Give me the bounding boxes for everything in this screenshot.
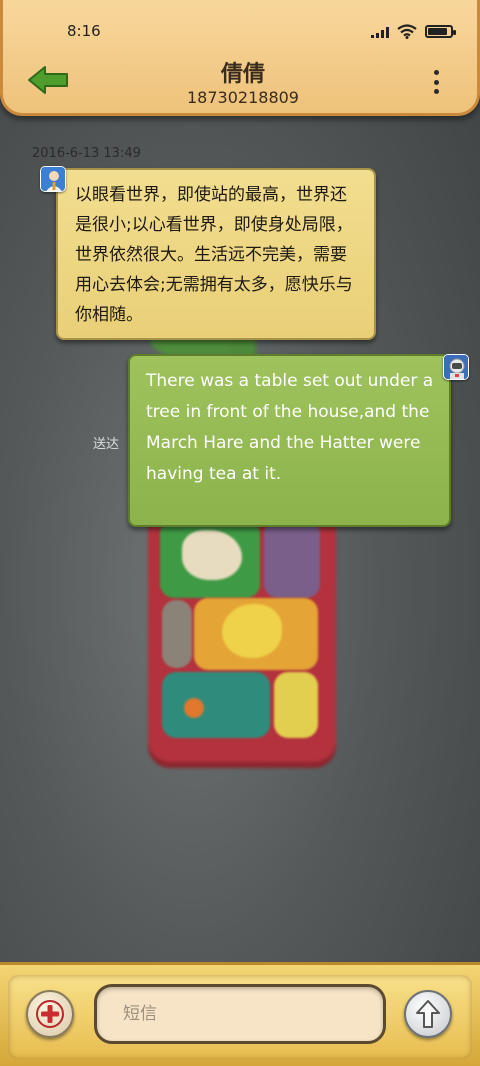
more-vertical-icon xyxy=(433,70,439,75)
my-avatar[interactable] xyxy=(443,354,469,380)
message-timestamp: 2016-6-13 13:49 xyxy=(32,146,141,161)
background-tile xyxy=(264,520,320,598)
message-input[interactable] xyxy=(97,987,383,1041)
status-icons xyxy=(371,24,456,39)
status-time: 8:16 xyxy=(67,22,101,40)
wifi-icon xyxy=(397,24,417,39)
message-input-container[interactable] xyxy=(94,984,386,1044)
battery-icon xyxy=(425,25,456,38)
app-header: 8:16 倩倩 18730218809 xyxy=(0,0,480,116)
background-cheese-shape xyxy=(222,604,282,658)
background-tile xyxy=(274,672,318,738)
send-button[interactable] xyxy=(404,990,452,1038)
astronaut-icon xyxy=(444,355,468,379)
contact-number: 18730218809 xyxy=(187,88,299,107)
add-attachment-button[interactable] xyxy=(26,990,74,1038)
arrow-up-icon xyxy=(416,1000,440,1028)
outgoing-message-bubble[interactable]: There was a table set out under a tree i… xyxy=(128,354,451,527)
delivery-status: 送达 xyxy=(93,437,120,452)
more-options-button[interactable] xyxy=(431,70,441,94)
background-key-shape xyxy=(184,698,204,718)
incoming-message-bubble[interactable]: 以眼看世界，即使站的最高，世界还是很小;以心看世界，即使身处局限，世界依然很大。… xyxy=(56,168,376,340)
person-icon xyxy=(41,167,65,191)
contact-avatar[interactable] xyxy=(40,166,66,192)
background-tile xyxy=(162,600,192,668)
contact-name: 倩倩 xyxy=(220,62,265,87)
background-tile xyxy=(162,672,270,738)
signal-icon xyxy=(371,26,389,38)
background-handset-shape xyxy=(182,530,242,580)
plus-icon xyxy=(36,1000,64,1028)
